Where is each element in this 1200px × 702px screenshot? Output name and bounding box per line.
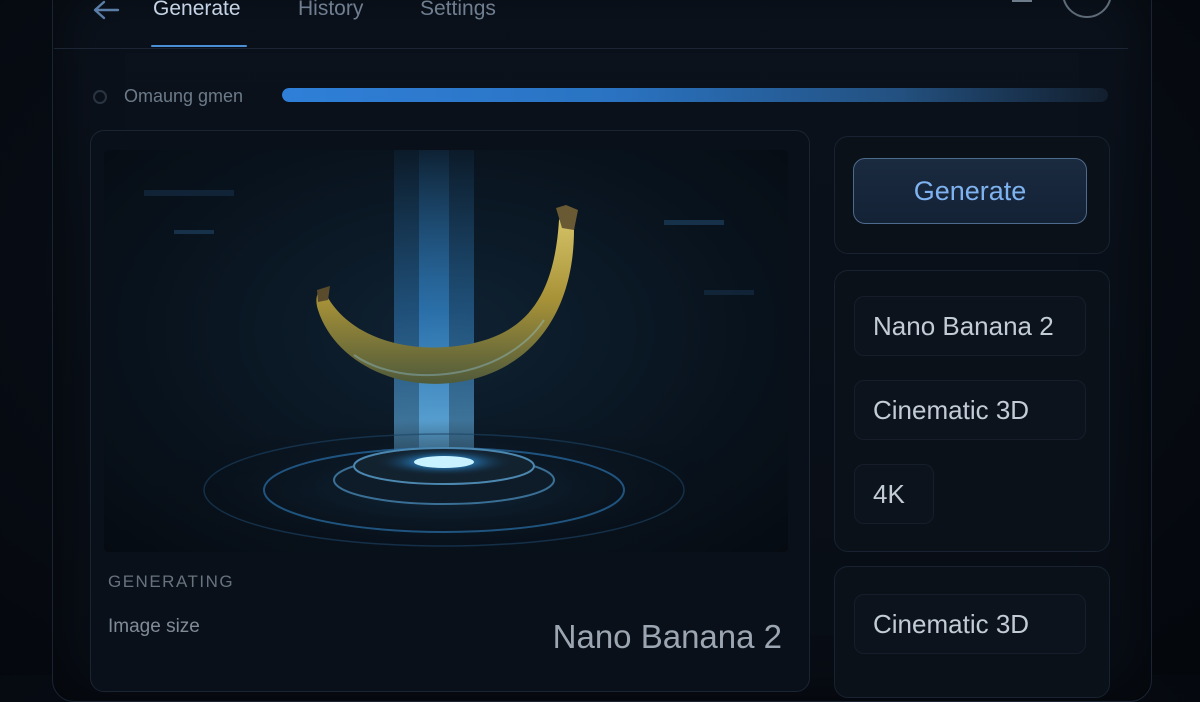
model-option[interactable]: Nano Banana 2: [854, 296, 1086, 356]
style-option[interactable]: Cinematic 3D: [854, 380, 1086, 440]
preset-style-option[interactable]: Cinematic 3D: [854, 594, 1086, 654]
nav-divider: [54, 48, 1128, 49]
tab-settings[interactable]: Settings: [420, 0, 496, 21]
progress-bar: [282, 88, 1108, 102]
active-tab-indicator: [151, 45, 247, 47]
back-arrow-icon[interactable]: [90, 0, 122, 24]
progress-label: Omaung gmen: [124, 86, 244, 106]
generation-status: GENERATING: [108, 572, 235, 591]
image-size-label: Image size: [108, 616, 200, 637]
top-navigation: Generate History Settings: [0, 0, 1200, 48]
resolution-option[interactable]: 4K: [854, 464, 934, 524]
image-size-value: Nano Banana 2: [552, 618, 782, 655]
progress-bar-fill: [282, 88, 1108, 102]
tab-history[interactable]: History: [298, 0, 363, 21]
menu-icon[interactable]: [1012, 0, 1032, 8]
avatar[interactable]: [1062, 0, 1112, 18]
tab-generate[interactable]: Generate: [153, 0, 241, 21]
generate-button[interactable]: Generate: [853, 158, 1087, 224]
generated-image-preview: [104, 150, 788, 552]
progress-status-dot: [93, 90, 107, 104]
